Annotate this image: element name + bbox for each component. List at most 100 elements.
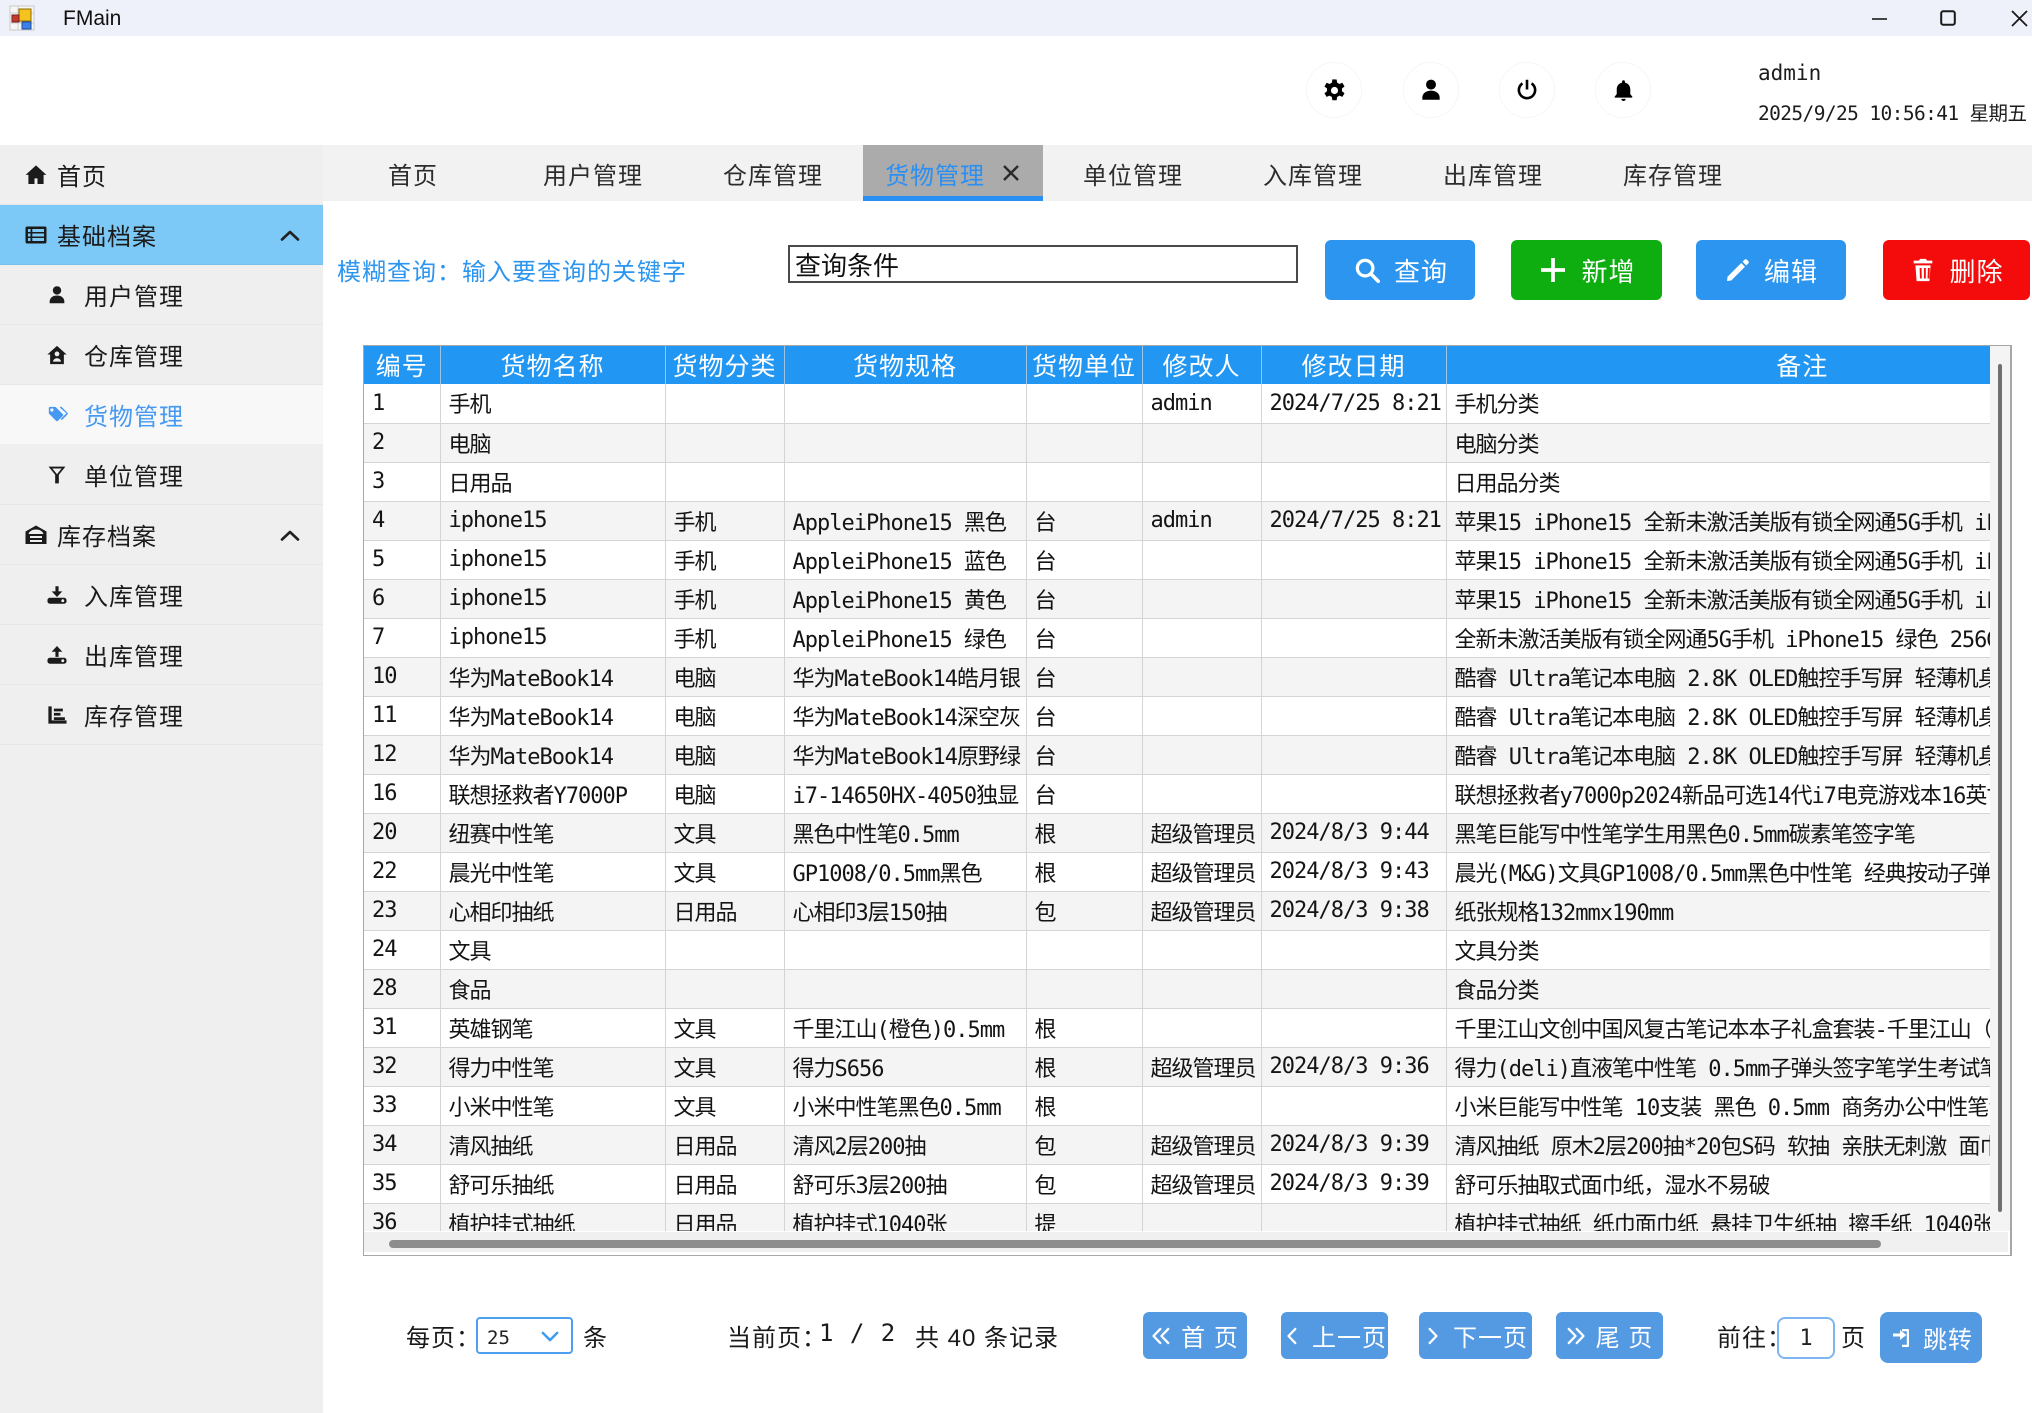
window-title: FMain bbox=[63, 7, 121, 31]
table-row[interactable]: 22晨光中性笔文具GP1008/0.5mm黑色根超级管理员2024/8/3 9:… bbox=[364, 852, 1990, 891]
tab-货物管理[interactable]: 货物管理 bbox=[863, 145, 1043, 201]
table-row[interactable]: 32得力中性笔文具得力S656根超级管理员2024/8/3 9:36得力(del… bbox=[364, 1047, 1990, 1086]
table-row[interactable]: 4iphone15手机AppleiPhone15 黑色台admin2024/7/… bbox=[364, 501, 1990, 540]
table-cell: 电脑 bbox=[665, 735, 784, 774]
column-header[interactable]: 货物分类 bbox=[665, 346, 784, 384]
table-cell: 日用品分类 bbox=[1446, 462, 1990, 501]
horizontal-scrollbar-thumb[interactable] bbox=[389, 1240, 1881, 1248]
table-cell: 清风2层200抽 bbox=[784, 1125, 1026, 1164]
table-row[interactable]: 23心相印抽纸日用品心相印3层150抽包超级管理员2024/8/3 9:38纸张… bbox=[364, 891, 1990, 930]
table-row[interactable]: 5iphone15手机AppleiPhone15 蓝色台苹果15 iPhone1… bbox=[364, 540, 1990, 579]
query-input[interactable] bbox=[788, 245, 1298, 283]
table-cell: 2024/7/25 8:21 bbox=[1261, 501, 1446, 540]
sidebar-item-user-management[interactable]: 用户管理 bbox=[0, 265, 323, 325]
table-cell: 31 bbox=[364, 1008, 440, 1047]
table-row[interactable]: 35舒可乐抽纸日用品舒可乐3层200抽包超级管理员2024/8/3 9:39舒可… bbox=[364, 1164, 1990, 1203]
sidebar-item-outbound-management[interactable]: 出库管理 bbox=[0, 625, 323, 685]
table-row[interactable]: 2电脑电脑分类 bbox=[364, 423, 1990, 462]
sidebar-item-base-archives[interactable]: 基础档案 bbox=[0, 205, 323, 265]
sidebar-item-stock-management[interactable]: 库存管理 bbox=[0, 685, 323, 745]
table-cell: 2024/8/3 9:44 bbox=[1261, 813, 1446, 852]
column-header[interactable]: 修改人 bbox=[1142, 346, 1261, 384]
table-row[interactable]: 3日用品日用品分类 bbox=[364, 462, 1990, 501]
table-row[interactable]: 11华为MateBook14电脑华为MateBook14深空灰台酷睿 Ultra… bbox=[364, 696, 1990, 735]
horizontal-scrollbar[interactable] bbox=[364, 1232, 2008, 1252]
sidebar-item-home[interactable]: 首页 bbox=[0, 145, 323, 205]
per-page-label: 每页： bbox=[406, 1318, 481, 1353]
vertical-scrollbar[interactable] bbox=[1990, 346, 2010, 1231]
table-row[interactable]: 28食品食品分类 bbox=[364, 969, 1990, 1008]
sidebar-item-label: 入库管理 bbox=[84, 577, 184, 612]
page-size-select[interactable]: 25 bbox=[476, 1317, 573, 1354]
sidebar-item-inbound-management[interactable]: 入库管理 bbox=[0, 565, 323, 625]
sidebar-item-warehouse-management[interactable]: 仓库管理 bbox=[0, 325, 323, 385]
column-header[interactable]: 货物单位 bbox=[1026, 346, 1142, 384]
edit-button[interactable]: 编辑 bbox=[1696, 240, 1846, 300]
table-row[interactable]: 7iphone15手机AppleiPhone15 绿色台全新未激活美版有锁全网通… bbox=[364, 618, 1990, 657]
table-cell: 得力(deli)直液笔中性笔 0.5mm子弹头签字笔学生考试笔走珠 bbox=[1446, 1047, 1990, 1086]
power-icon[interactable] bbox=[1499, 62, 1555, 118]
tab-出库管理[interactable]: 出库管理 bbox=[1403, 145, 1583, 201]
sidebar-item-label: 仓库管理 bbox=[84, 337, 184, 372]
table-row[interactable]: 24文具文具分类 bbox=[364, 930, 1990, 969]
table-cell bbox=[1142, 423, 1261, 462]
bell-icon[interactable] bbox=[1595, 62, 1651, 118]
search-button[interactable]: 查询 bbox=[1325, 240, 1475, 300]
column-header[interactable]: 货物名称 bbox=[440, 346, 665, 384]
prev-page-button[interactable]: 上一页 bbox=[1281, 1312, 1388, 1359]
table-cell: 20 bbox=[364, 813, 440, 852]
tab-入库管理[interactable]: 入库管理 bbox=[1223, 145, 1403, 201]
table-cell: 黑色中性笔0.5mm bbox=[784, 813, 1026, 852]
table-row[interactable]: 20纽赛中性笔文具黑色中性笔0.5mm根超级管理员2024/8/3 9:44黑笔… bbox=[364, 813, 1990, 852]
table-cell: 文具 bbox=[440, 930, 665, 969]
table-cell: 日用品 bbox=[665, 891, 784, 930]
column-header[interactable]: 编号 bbox=[364, 346, 440, 384]
table-cell: 食品 bbox=[440, 969, 665, 1008]
table-cell: 手机 bbox=[665, 540, 784, 579]
tab-用户管理[interactable]: 用户管理 bbox=[503, 145, 683, 201]
goto-page-input[interactable] bbox=[1777, 1317, 1835, 1359]
table-cell: iphone15 bbox=[440, 618, 665, 657]
table-cell: 华为MateBook14 bbox=[440, 735, 665, 774]
table-row[interactable]: 1手机admin2024/7/25 8:21手机分类 bbox=[364, 384, 1990, 423]
home-icon bbox=[24, 163, 48, 187]
tab-close-icon[interactable] bbox=[1001, 163, 1021, 183]
table-row[interactable]: 16联想拯救者Y7000P电脑i7-14650HX-4050独显台联想拯救者y7… bbox=[364, 774, 1990, 813]
tab-单位管理[interactable]: 单位管理 bbox=[1043, 145, 1223, 201]
table-row[interactable]: 10华为MateBook14电脑华为MateBook14皓月银台酷睿 Ultra… bbox=[364, 657, 1990, 696]
user-icon[interactable] bbox=[1403, 62, 1459, 118]
column-header[interactable]: 货物规格 bbox=[784, 346, 1026, 384]
sidebar-item-inventory-archives[interactable]: 库存档案 bbox=[0, 505, 323, 565]
first-page-button[interactable]: 首 页 bbox=[1143, 1312, 1247, 1359]
jump-button[interactable]: 跳转 bbox=[1880, 1312, 1982, 1363]
table-row[interactable]: 6iphone15手机AppleiPhone15 黄色台苹果15 iPhone1… bbox=[364, 579, 1990, 618]
tab-库存管理[interactable]: 库存管理 bbox=[1583, 145, 1763, 201]
last-page-button[interactable]: 尾 页 bbox=[1556, 1312, 1663, 1359]
column-header[interactable]: 备注 bbox=[1446, 346, 1990, 384]
vertical-scrollbar-thumb[interactable] bbox=[1998, 364, 2002, 1212]
tab-仓库管理[interactable]: 仓库管理 bbox=[683, 145, 863, 201]
table-cell: 文具分类 bbox=[1446, 930, 1990, 969]
tab-label: 库存管理 bbox=[1623, 156, 1723, 191]
close-button[interactable] bbox=[1990, 0, 2032, 36]
sidebar-item-unit-management[interactable]: 单位管理 bbox=[0, 445, 323, 505]
column-header[interactable]: 修改日期 bbox=[1261, 346, 1446, 384]
tag-icon bbox=[46, 404, 68, 426]
delete-button[interactable]: 删除 bbox=[1883, 240, 2030, 300]
table-row[interactable]: 33小米中性笔文具小米中性笔黑色0.5mm根小米巨能写中性笔 10支装 黑色 0… bbox=[364, 1086, 1990, 1125]
maximize-button[interactable] bbox=[1919, 0, 1977, 36]
table-cell: iphone15 bbox=[440, 579, 665, 618]
settings-icon[interactable] bbox=[1306, 62, 1362, 118]
minimize-button[interactable] bbox=[1850, 0, 1908, 36]
sidebar-item-goods-management[interactable]: 货物管理 bbox=[0, 385, 323, 445]
table-row[interactable]: 12华为MateBook14电脑华为MateBook14原野绿台酷睿 Ultra… bbox=[364, 735, 1990, 774]
table-row[interactable]: 31英雄钢笔文具千里江山(橙色)0.5mm根千里江山文创中国风复古笔记本本子礼盒… bbox=[364, 1008, 1990, 1047]
tab-首页[interactable]: 首页 bbox=[323, 145, 503, 201]
add-button[interactable]: 新增 bbox=[1511, 240, 1662, 300]
table-row[interactable]: 36植护挂式抽纸日用品植护挂式1040张提植护挂式抽纸 纸巾面巾纸 悬挂卫生纸抽… bbox=[364, 1203, 1990, 1231]
table-row[interactable]: 34清风抽纸日用品清风2层200抽包超级管理员2024/8/3 9:39清风抽纸… bbox=[364, 1125, 1990, 1164]
trash-icon bbox=[1909, 256, 1937, 284]
next-page-button[interactable]: 下一页 bbox=[1419, 1312, 1532, 1359]
sidebar-item-label: 货物管理 bbox=[84, 397, 184, 432]
header: admin 2025/9/25 10:56:41 星期五 bbox=[0, 36, 2032, 145]
